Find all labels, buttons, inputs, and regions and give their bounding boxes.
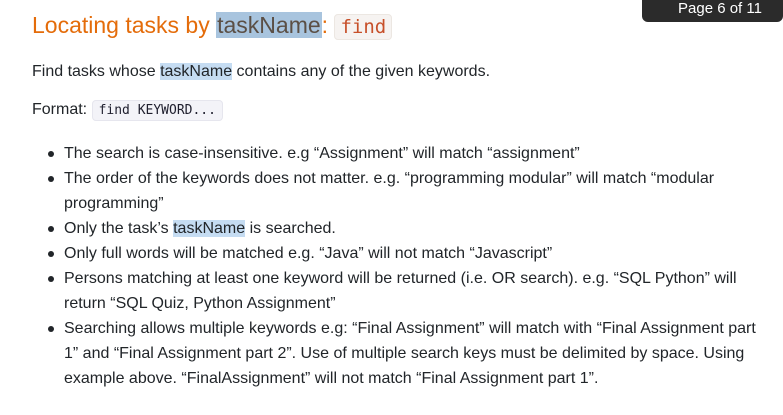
list-item: Searching allows multiple keywords e.g: … (46, 316, 766, 391)
list-item: Only the task’s taskName is searched. (46, 216, 766, 241)
bullet-icon (48, 151, 54, 157)
cut-off-next-content (78, 410, 90, 415)
format-label: Format: (32, 101, 92, 118)
list-item-text: The search is case-insensitive. e.g “Ass… (64, 145, 580, 162)
list-item: The order of the keywords does not matte… (46, 166, 766, 216)
description-search-highlight: taskName (160, 63, 233, 80)
heading-search-highlight: taskName (216, 12, 322, 38)
description-paragraph: Find tasks whose taskName contains any o… (32, 61, 490, 83)
list-item: Persons matching at least one keyword wi… (46, 266, 766, 316)
bullet-icon (48, 251, 54, 257)
list-item-text: Searching allows multiple keywords e.g: … (64, 320, 756, 387)
heading-command-code: find (334, 14, 393, 40)
bullet-icon (48, 276, 54, 282)
list-item-text-after: is searched. (245, 220, 336, 237)
list-item-text: The order of the keywords does not matte… (64, 170, 715, 212)
list-item: Only full words will be matched e.g. “Ja… (46, 241, 766, 266)
description-text-before: Find tasks whose (32, 63, 161, 80)
description-text-after: contains any of the given keywords. (232, 63, 491, 80)
heading-text: Locating tasks by (32, 12, 217, 38)
list-item: The search is case-insensitive. e.g “Ass… (46, 141, 766, 166)
page-indicator: Page 6 of 11 (642, 0, 783, 22)
bullet-icon (48, 226, 54, 232)
bullet-icon (48, 326, 54, 332)
heading-colon: : (321, 12, 329, 38)
list-item-text-before: Only the task’s (64, 220, 174, 237)
section-heading: Locating tasks by taskName: find (32, 10, 393, 42)
bullet-icon (48, 176, 54, 182)
format-code: find KEYWORD... (91, 100, 223, 121)
notes-list: The search is case-insensitive. e.g “Ass… (46, 141, 766, 391)
list-item-text: Persons matching at least one keyword wi… (64, 270, 737, 312)
format-paragraph: Format: find KEYWORD... (32, 99, 223, 122)
list-item-text: Only full words will be matched e.g. “Ja… (64, 245, 553, 262)
list-item-search-highlight: taskName (173, 220, 246, 237)
